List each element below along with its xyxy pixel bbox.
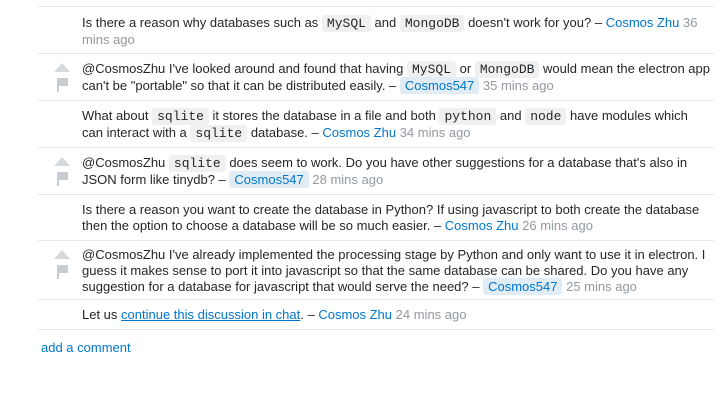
comment-body: Is there a reason you want to create the…	[82, 202, 710, 234]
comment: @CosmosZhu I've looked around and found …	[38, 54, 714, 101]
add-comment-link[interactable]: add a comment	[41, 340, 131, 355]
comment-timestamp[interactable]: 35 mins ago	[483, 78, 554, 93]
comment-body: @CosmosZhu I've already implemented the …	[82, 247, 710, 295]
comment-text: and	[370, 15, 400, 30]
comment-timestamp[interactable]: 28 mins ago	[312, 172, 383, 187]
inline-code: MongoDB	[474, 61, 540, 78]
comment-text: Let us	[82, 307, 122, 322]
chat-link[interactable]: continue this discussion in chat	[121, 307, 300, 322]
inline-code: MySQL	[407, 61, 457, 78]
flag-icon[interactable]	[57, 78, 68, 92]
comment-timestamp[interactable]: 25 mins ago	[566, 279, 637, 294]
comment: Let us continue this discussion in chat.…	[38, 300, 714, 330]
inline-code: node	[525, 108, 567, 125]
comment-user-link[interactable]: Cosmos Zhu	[606, 15, 680, 30]
comment-text: it stores the database in a file and bot…	[208, 108, 440, 123]
upvote-arrow-icon[interactable]	[54, 63, 70, 72]
comment-text: Is there a reason you want to create the…	[82, 202, 700, 233]
comment-user-link[interactable]: Cosmos547	[229, 171, 309, 188]
inline-code: MongoDB	[399, 15, 465, 32]
upvote-arrow-icon[interactable]	[54, 250, 70, 259]
inline-code: sqlite	[152, 108, 209, 125]
comment-text: or	[456, 61, 475, 76]
comment-user-link[interactable]: Cosmos Zhu	[322, 125, 396, 140]
inline-code: sqlite	[190, 125, 248, 142]
comment-text: doesn't work for you? –	[464, 15, 606, 30]
flag-icon[interactable]	[57, 265, 68, 279]
upvote-arrow-icon[interactable]	[54, 157, 70, 166]
comment-text: . –	[300, 307, 319, 322]
flag-icon[interactable]	[57, 172, 68, 186]
comment-text: @CosmosZhu I've looked around and found …	[82, 61, 407, 76]
comment-timestamp[interactable]: 24 mins ago	[396, 307, 467, 322]
comment-text: @CosmosZhu	[82, 155, 169, 170]
comment-text: database. –	[247, 125, 323, 140]
comment-text: Is there a reason why databases such as	[82, 15, 322, 30]
comment: @CosmosZhu I've already implemented the …	[38, 241, 714, 300]
comment-body: @CosmosZhu I've looked around and found …	[82, 61, 710, 94]
comment-body: What about sqlite it stores the database…	[82, 108, 710, 142]
inline-code: python	[439, 108, 497, 125]
comment-user-link[interactable]: Cosmos Zhu	[318, 307, 392, 322]
comment: Is there a reason you want to create the…	[38, 195, 714, 241]
comment: What about sqlite it stores the database…	[38, 101, 714, 148]
comment-user-link[interactable]: Cosmos Zhu	[445, 218, 519, 233]
comment-user-link[interactable]: Cosmos547	[399, 77, 480, 94]
comment: @CosmosZhu sqlite does seem to work. Do …	[38, 148, 714, 195]
inline-code: sqlite	[168, 155, 226, 172]
inline-code: MySQL	[321, 15, 371, 32]
comment-timestamp[interactable]: 26 mins ago	[522, 218, 593, 233]
comment-body: Let us continue this discussion in chat.…	[82, 307, 710, 323]
comments-section: Is there a reason why databases such as …	[0, 0, 723, 409]
comment-body: Is there a reason why databases such as …	[82, 15, 710, 48]
comment-user-link[interactable]: Cosmos547	[483, 278, 563, 295]
comment: Is there a reason why databases such as …	[38, 7, 714, 54]
comment-timestamp[interactable]: 34 mins ago	[400, 125, 471, 140]
comment-text: and	[496, 108, 526, 123]
comment-body: @CosmosZhu sqlite does seem to work. Do …	[82, 155, 710, 188]
comment-text: What about	[82, 108, 153, 123]
